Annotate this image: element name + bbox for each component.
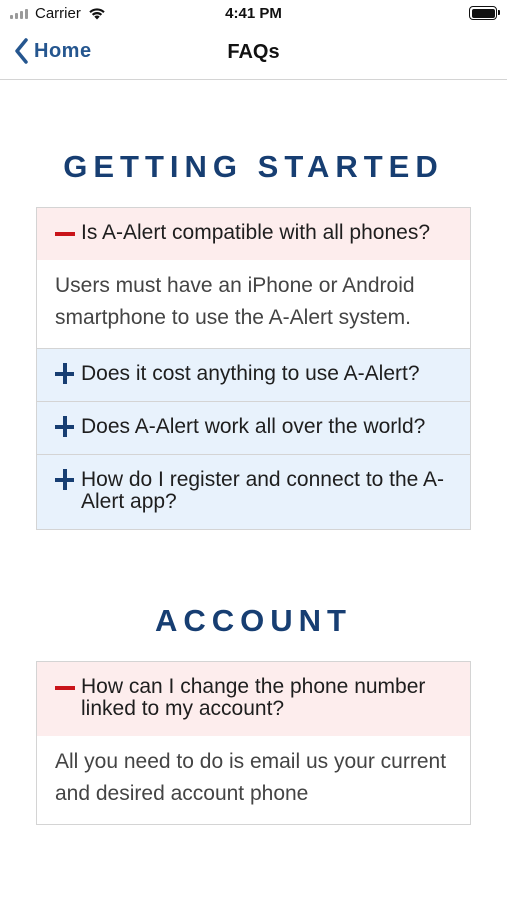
faq-answer-text: All you need to do is email us your curr…	[37, 736, 470, 824]
faq-question-text: How do I register and connect to the A-A…	[81, 468, 445, 513]
faq-question-toggle[interactable]: Is A-Alert compatible with all phones?	[37, 208, 470, 260]
minus-icon	[55, 676, 77, 698]
faq-question-text: Does A-Alert work all over the world?	[81, 415, 426, 438]
faq-item: Does it cost anything to use A-Alert?	[37, 349, 470, 402]
faq-question-text: Is A-Alert compatible with all phones?	[81, 221, 431, 244]
faq-answer-text: Users must have an iPhone or Android sma…	[37, 260, 470, 348]
faq-item: Is A-Alert compatible with all phones? U…	[37, 208, 470, 349]
minus-icon	[55, 222, 77, 244]
faq-item: How do I register and connect to the A-A…	[37, 455, 470, 529]
faq-question-text: Does it cost anything to use A-Alert?	[81, 362, 420, 385]
faq-question-toggle[interactable]: Does A-Alert work all over the world?	[37, 402, 470, 454]
battery-icon	[469, 6, 500, 20]
section-title-account: ACCOUNT	[155, 603, 352, 638]
plus-icon	[55, 363, 77, 385]
plus-icon	[55, 416, 77, 438]
faq-question-text: How can I change the phone number linked…	[81, 675, 426, 720]
faq-list-getting-started: Is A-Alert compatible with all phones? U…	[36, 207, 471, 530]
plus-icon	[55, 469, 77, 491]
clock-time: 4:41 PM	[225, 5, 282, 22]
faq-question-toggle[interactable]: How do I register and connect to the A-A…	[37, 455, 470, 529]
navigation-bar: Home FAQs	[0, 28, 507, 80]
section-title-getting-started: GETTING STARTED	[63, 149, 444, 184]
faq-content: GETTING STARTED Is A-Alert compatible wi…	[0, 80, 507, 825]
faq-list-account: How can I change the phone number linked…	[36, 661, 471, 825]
status-bar: Carrier 4:41 PM	[0, 0, 507, 28]
faq-question-toggle[interactable]: How can I change the phone number linked…	[37, 662, 470, 736]
page-title: FAQs	[227, 41, 280, 63]
faq-item: How can I change the phone number linked…	[37, 662, 470, 824]
faq-item: Does A-Alert work all over the world?	[37, 402, 470, 455]
faq-question-toggle[interactable]: Does it cost anything to use A-Alert?	[37, 349, 470, 401]
